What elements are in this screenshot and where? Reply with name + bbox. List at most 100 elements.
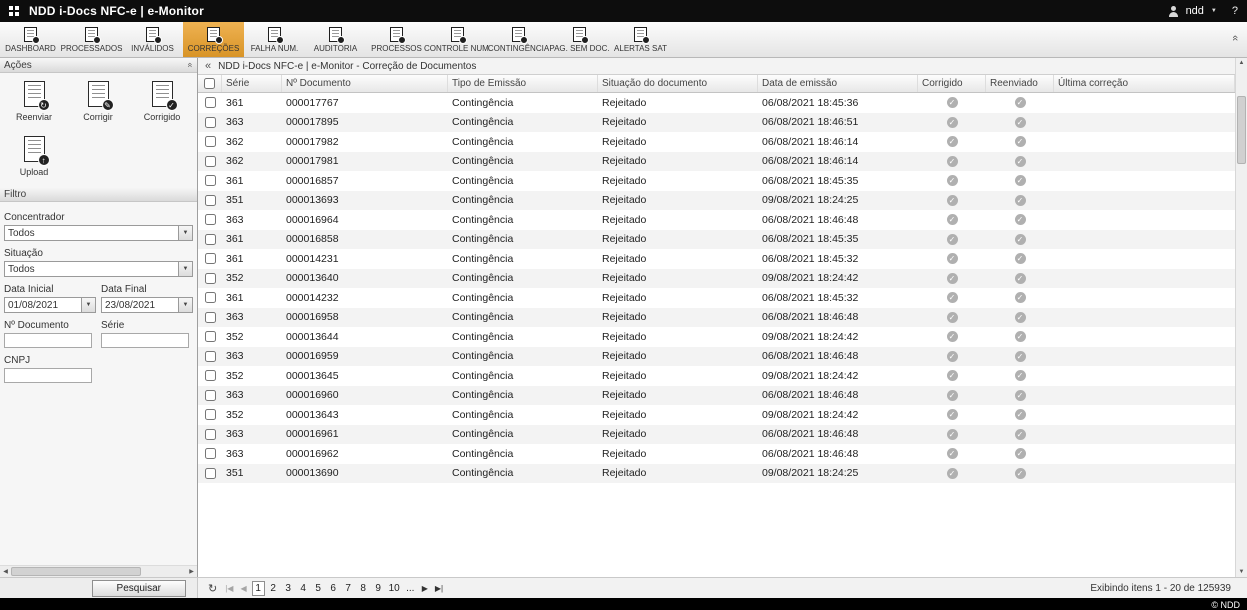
- collapse-actions-icon[interactable]: «: [185, 62, 195, 67]
- documento-input[interactable]: [4, 333, 92, 348]
- table-row[interactable]: 351000013693ContingênciaRejeitado09/08/2…: [198, 191, 1235, 211]
- tab-auditoria[interactable]: AUDITORIA: [305, 22, 366, 57]
- page-3[interactable]: 3: [282, 582, 295, 595]
- row-checkbox[interactable]: [205, 195, 216, 206]
- row-checkbox[interactable]: [205, 234, 216, 245]
- chevron-down-icon[interactable]: ▼: [178, 298, 192, 312]
- table-row[interactable]: 363000016960ContingênciaRejeitado06/08/2…: [198, 386, 1235, 406]
- page-7[interactable]: 7: [342, 582, 355, 595]
- table-row[interactable]: 352000013644ContingênciaRejeitado09/08/2…: [198, 327, 1235, 347]
- table-row[interactable]: 363000016964ContingênciaRejeitado06/08/2…: [198, 210, 1235, 230]
- scroll-left-icon[interactable]: ◀: [0, 568, 11, 575]
- tab-processados[interactable]: PROCESSADOS: [61, 22, 122, 57]
- tab-dashboard[interactable]: DASHBOARD: [0, 22, 61, 57]
- row-checkbox[interactable]: [205, 312, 216, 323]
- chevron-down-icon[interactable]: ▼: [178, 226, 192, 240]
- scroll-right-icon[interactable]: ▶: [186, 568, 197, 575]
- row-checkbox[interactable]: [205, 429, 216, 440]
- tab-controle-num[interactable]: CONTROLE NUM.: [427, 22, 488, 57]
- scrollbar-thumb[interactable]: [11, 567, 141, 576]
- data-inicial-picker[interactable]: 01/08/2021 ▼: [4, 297, 96, 313]
- page-1[interactable]: 1: [252, 581, 265, 596]
- cnpj-input[interactable]: [4, 368, 92, 383]
- table-row[interactable]: 352000013645ContingênciaRejeitado09/08/2…: [198, 366, 1235, 386]
- tab-alertas-sat[interactable]: ALERTAS SAT: [610, 22, 671, 57]
- table-row[interactable]: 363000016962ContingênciaRejeitado06/08/2…: [198, 444, 1235, 464]
- apps-grid-icon[interactable]: [9, 6, 19, 16]
- table-row[interactable]: 361000016858ContingênciaRejeitado06/08/2…: [198, 230, 1235, 250]
- row-checkbox[interactable]: [205, 117, 216, 128]
- table-row[interactable]: 363000016959ContingênciaRejeitado06/08/2…: [198, 347, 1235, 367]
- action-upload[interactable]: ↑Upload: [2, 136, 66, 177]
- page-8[interactable]: 8: [357, 582, 370, 595]
- next-page-icon[interactable]: ▶: [420, 584, 430, 593]
- tab-pag-sem-doc[interactable]: PAG. SEM DOC.: [549, 22, 610, 57]
- tab-contingencia[interactable]: CONTINGÊNCIA: [488, 22, 549, 57]
- page-6[interactable]: 6: [327, 582, 340, 595]
- concentrador-select[interactable]: Todos ▼: [4, 225, 193, 241]
- row-checkbox[interactable]: [205, 370, 216, 381]
- column-header-situacao-do-documento[interactable]: Situação do documento: [598, 75, 758, 92]
- table-row[interactable]: 351000013690ContingênciaRejeitado09/08/2…: [198, 464, 1235, 484]
- select-all-checkbox[interactable]: [204, 78, 215, 89]
- scroll-up-icon[interactable]: ▲: [1236, 60, 1247, 66]
- row-checkbox[interactable]: [205, 253, 216, 264]
- search-button[interactable]: Pesquisar: [92, 580, 186, 597]
- row-checkbox[interactable]: [205, 292, 216, 303]
- page-5[interactable]: 5: [312, 582, 325, 595]
- page-10[interactable]: 10: [387, 582, 402, 595]
- action-corrigir[interactable]: ✎Corrigir: [66, 81, 130, 122]
- table-row[interactable]: 361000017767ContingênciaRejeitado06/08/2…: [198, 93, 1235, 113]
- action-reenviar[interactable]: ↻Reenviar: [2, 81, 66, 122]
- chevron-down-icon[interactable]: ▼: [178, 262, 192, 276]
- column-header-reenviado[interactable]: Reenviado: [986, 75, 1054, 92]
- scroll-down-icon[interactable]: ▼: [1236, 569, 1247, 575]
- tab-falha-num[interactable]: FALHA NUM.: [244, 22, 305, 57]
- row-checkbox[interactable]: [205, 273, 216, 284]
- chevron-down-icon[interactable]: ▼: [81, 298, 95, 312]
- column-header-serie[interactable]: Série: [222, 75, 282, 92]
- column-header-n-documento[interactable]: Nº Documento: [282, 75, 448, 92]
- serie-input[interactable]: [101, 333, 189, 348]
- table-row[interactable]: 363000017895ContingênciaRejeitado06/08/2…: [198, 113, 1235, 133]
- page-2[interactable]: 2: [267, 582, 280, 595]
- row-checkbox[interactable]: [205, 97, 216, 108]
- row-checkbox[interactable]: [205, 175, 216, 186]
- collapse-toolbar-icon[interactable]: «: [1229, 35, 1241, 41]
- row-checkbox[interactable]: [205, 468, 216, 479]
- tab-processos[interactable]: PROCESSOS: [366, 22, 427, 57]
- table-row[interactable]: 361000014232ContingênciaRejeitado06/08/2…: [198, 288, 1235, 308]
- table-row[interactable]: 361000014231ContingênciaRejeitado06/08/2…: [198, 249, 1235, 269]
- refresh-icon[interactable]: ↻: [205, 582, 220, 595]
- row-checkbox[interactable]: [205, 136, 216, 147]
- table-row[interactable]: 362000017982ContingênciaRejeitado06/08/2…: [198, 132, 1235, 152]
- column-header-data-de-emissao[interactable]: Data de emissão: [758, 75, 918, 92]
- last-page-icon[interactable]: ▶|: [433, 584, 445, 593]
- sidebar-horizontal-scrollbar[interactable]: ◀ ▶: [0, 565, 197, 577]
- column-header-corrigido[interactable]: Corrigido: [918, 75, 986, 92]
- first-page-icon[interactable]: |◀: [223, 584, 235, 593]
- user-menu-caret-icon[interactable]: ▼: [1211, 8, 1217, 14]
- table-row[interactable]: 363000016958ContingênciaRejeitado06/08/2…: [198, 308, 1235, 328]
- action-corrigido[interactable]: ✓Corrigido: [130, 81, 194, 122]
- row-checkbox[interactable]: [205, 390, 216, 401]
- table-row[interactable]: 363000016961ContingênciaRejeitado06/08/2…: [198, 425, 1235, 445]
- table-row[interactable]: 352000013640ContingênciaRejeitado09/08/2…: [198, 269, 1235, 289]
- table-row[interactable]: 362000017981ContingênciaRejeitado06/08/2…: [198, 152, 1235, 172]
- row-checkbox[interactable]: [205, 156, 216, 167]
- scrollbar-track[interactable]: [11, 566, 186, 577]
- scrollbar-thumb[interactable]: [1237, 96, 1246, 164]
- row-checkbox[interactable]: [205, 351, 216, 362]
- table-row[interactable]: 361000016857ContingênciaRejeitado06/08/2…: [198, 171, 1235, 191]
- page-[interactable]: ...: [404, 582, 417, 595]
- table-row[interactable]: 352000013643ContingênciaRejeitado09/08/2…: [198, 405, 1235, 425]
- column-header-tipo-de-emissao[interactable]: Tipo de Emissão: [448, 75, 598, 92]
- row-checkbox[interactable]: [205, 448, 216, 459]
- tab-correcoes[interactable]: CORREÇÕES: [183, 22, 244, 57]
- main-vertical-scrollbar[interactable]: ▲ ▼: [1235, 58, 1247, 577]
- situacao-select[interactable]: Todos ▼: [4, 261, 193, 277]
- previous-page-icon[interactable]: ◀: [238, 584, 248, 593]
- tab-invalidos[interactable]: INVÁLIDOS: [122, 22, 183, 57]
- help-icon[interactable]: ?: [1232, 5, 1238, 17]
- page-9[interactable]: 9: [372, 582, 385, 595]
